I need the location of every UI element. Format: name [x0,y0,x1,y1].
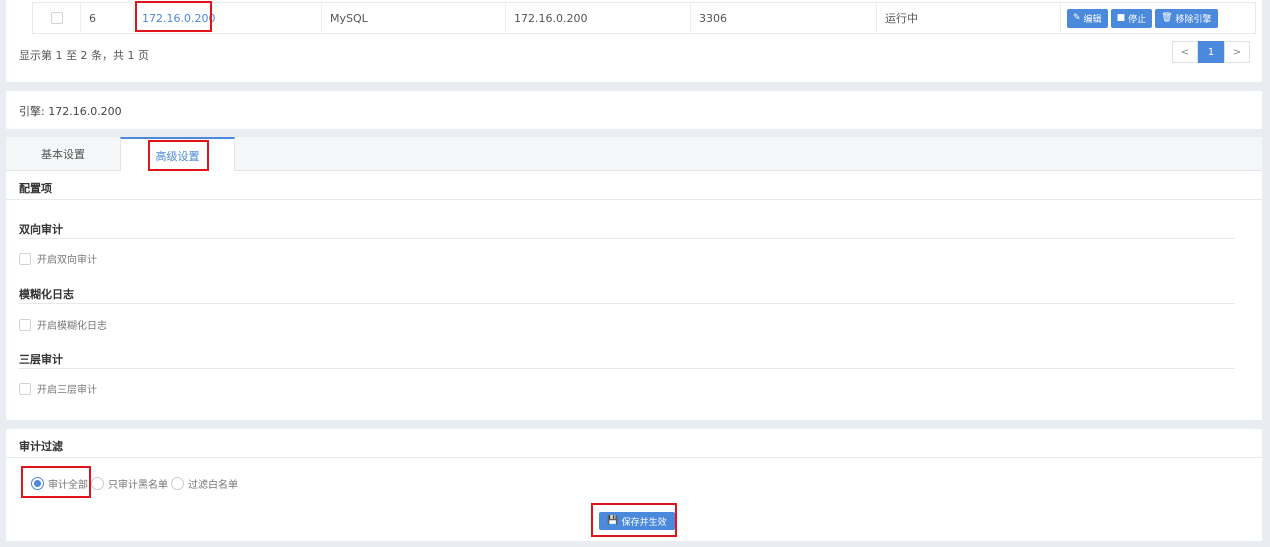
obfuscate-log-option[interactable]: 开启模糊化日志 [19,317,107,332]
radio-blacklist-only[interactable]: 只审计黑名单 [91,476,168,491]
engine-name-link[interactable]: 172.16.0.200 [142,12,215,25]
stop-icon: ■ [1116,13,1126,23]
row-db-type: MySQL [322,3,506,33]
pagination: < 1 > [1172,41,1250,63]
obfuscate-log-checkbox[interactable] [19,318,31,331]
divider [19,303,1235,304]
config-title: 配置项 [19,182,52,195]
engine-table-panel: 6 172.16.0.200 MySQL 172.16.0.200 3306 运… [6,0,1262,82]
edit-icon: ✎ [1073,13,1081,23]
radio-audit-all[interactable]: 审计全部 [31,476,88,491]
tab-basic-settings[interactable]: 基本设置 [6,137,120,171]
filter-radio-group: 审计全部 只审计黑名单 过滤白名单 [31,476,241,491]
divider [6,199,1262,200]
engine-info-panel: 引擎: 172.16.0.200 [6,91,1262,129]
tab-advanced-settings[interactable]: 高级设置 [120,137,235,172]
settings-tabs: 基本设置 高级设置 [6,137,1262,172]
divider [19,238,1235,239]
row-host: 172.16.0.200 [506,3,691,33]
bidirectional-audit-option[interactable]: 开启双向审计 [19,251,97,266]
radio-audit-all-control[interactable] [31,477,44,490]
divider [6,457,1262,458]
pagination-summary: 显示第 1 至 2 条，共 1 页 [19,49,149,62]
audit-filter-panel: 审计过滤 审计全部 只审计黑名单 过滤白名单 💾 保存并生效 [6,429,1262,541]
three-tier-audit-option[interactable]: 开启三层审计 [19,381,97,396]
three-tier-audit-checkbox[interactable] [19,382,31,395]
section-heading: 模糊化日志 [19,288,74,301]
row-index: 6 [81,3,134,33]
radio-blacklist-only-control[interactable] [91,477,104,490]
radio-filter-whitelist-control[interactable] [171,477,184,490]
divider [19,368,1235,369]
config-panel: 配置项 双向审计 开启双向审计 模糊化日志 开启模糊化日志 三层审计 开启三层审… [6,171,1262,420]
bidirectional-audit-checkbox[interactable] [19,252,31,265]
row-port: 3306 [691,3,877,33]
row-actions: ✎ 编辑 ■ 停止 🗑 移除引擎 [1061,3,1255,33]
radio-filter-whitelist[interactable]: 过滤白名单 [171,476,238,491]
table-row: 6 172.16.0.200 MySQL 172.16.0.200 3306 运… [32,2,1256,34]
filter-title: 审计过滤 [19,440,63,453]
row-select-cell [33,3,81,33]
row-status: 运行中 [877,3,1061,33]
page-1-button[interactable]: 1 [1198,41,1224,63]
section-heading: 三层审计 [19,353,63,366]
trash-icon: 🗑 [1161,13,1173,23]
save-apply-button[interactable]: 💾 保存并生效 [599,512,675,530]
stop-button[interactable]: ■ 停止 [1110,8,1153,28]
remove-engine-button[interactable]: 🗑 移除引擎 [1155,8,1218,28]
section-heading: 双向审计 [19,223,63,236]
row-name-cell: 172.16.0.200 [134,3,322,33]
floppy-icon: 💾 [607,516,619,526]
prev-page-button[interactable]: < [1172,41,1198,63]
row-checkbox[interactable] [50,12,63,24]
engine-label: 引擎: 172.16.0.200 [19,105,122,118]
edit-button[interactable]: ✎ 编辑 [1067,8,1108,28]
next-page-button[interactable]: > [1224,41,1250,63]
